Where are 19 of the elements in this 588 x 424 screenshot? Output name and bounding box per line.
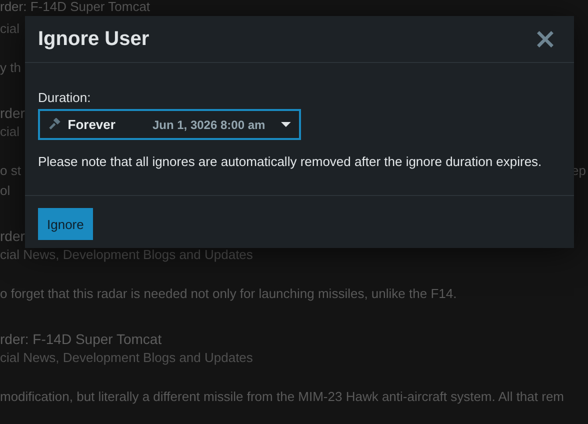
caret-icon	[281, 122, 291, 128]
post-text: o forget that this radar is needed not only for launching missiles, unlike the F14.	[0, 285, 457, 303]
gavel-icon	[48, 118, 62, 132]
post-title[interactable]: rder	[0, 103, 25, 123]
duration-label: Duration:	[38, 90, 91, 105]
post-title[interactable]: rder: F-14D Super Tomcat	[0, 0, 150, 15]
post-title[interactable]: rder	[0, 226, 25, 246]
post-text: ol	[0, 182, 10, 200]
dialog-title: Ignore User	[38, 28, 150, 50]
forum-name[interactable]: cial News, Development Blogs and Updates	[0, 349, 253, 367]
ignore-button[interactable]: Ignore	[38, 208, 93, 240]
post-text: y th	[0, 59, 21, 77]
duration-select[interactable]: Forever Jun 1, 3026 8:00 am	[38, 109, 301, 140]
post-title[interactable]: rder: F-14D Super Tomcat	[0, 329, 162, 349]
post-text: o st	[0, 162, 21, 180]
forum-name[interactable]: cial	[0, 20, 20, 38]
note-text: Please note that all ignores are automatically removed after the ignore duration expires.	[38, 154, 542, 169]
post-text: modification, but literally a different missile from the MIM-23 Hawk anti-aircraft system. All that rem	[0, 388, 564, 406]
forum-name[interactable]: cial	[0, 123, 20, 141]
